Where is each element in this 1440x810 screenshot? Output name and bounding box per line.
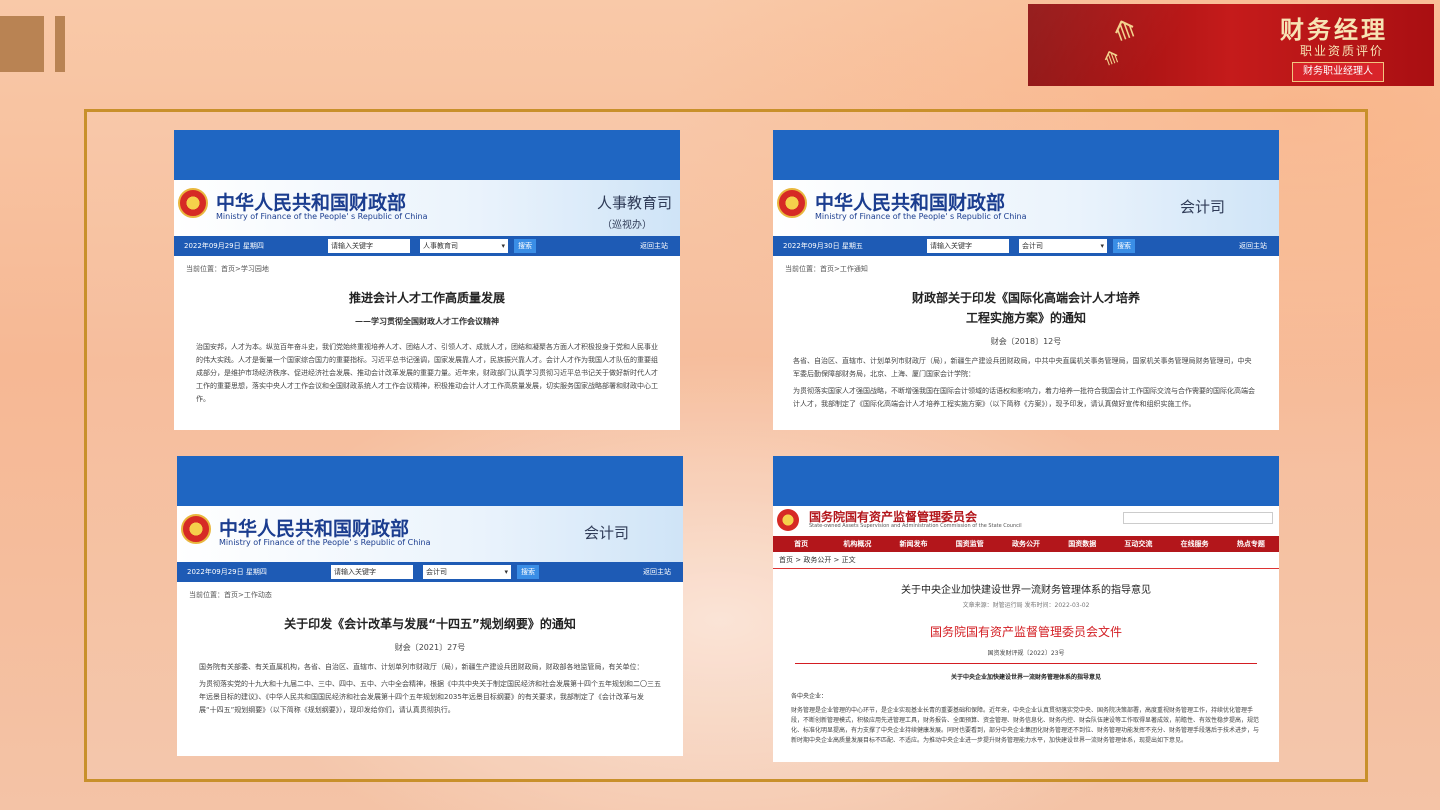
site-name: 中华人民共和国财政部 [815,192,1006,214]
site-name-en: State-owned Assets Supervision and Admin… [809,523,1022,529]
article-body: 财务管理是企业管理的中心环节，是企业实现基业长青的重要基础和保障。近年来，中央企… [791,707,1260,744]
article-body-2: 为贯彻落实国家人才强国战略，不断增强我国在国际会计领域的话语权和影响力，着力培养… [793,387,1255,408]
department-select[interactable]: 会计司 [1019,239,1107,253]
article-title-line-2: 工程实施方案》的通知 [965,311,1086,325]
document-number: 财会〔2018〕12号 [990,337,1062,346]
brand-badge: ⟰ ⟰ 财务经理 职业资质评价 财务职业经理人 [1028,4,1434,86]
top-band [773,456,1279,506]
nav-bar: 2022年09月29日 星期四 请输入关键字 人事教育司 搜索 返回主站 [174,236,680,256]
site-name-en: Ministry of Finance of the People' s Rep… [219,538,431,547]
home-link[interactable]: 返回主站 [643,567,671,577]
date-text: 2022年09月30日 星期五 [783,242,863,250]
site-name: 中华人民共和国财政部 [219,518,410,540]
article-title: 推进会计人才工作高质量发展 [348,291,505,305]
nav-item-disclosure[interactable]: 政务公开 [998,536,1054,552]
badge-subtitle: 职业资质评价 [1299,44,1384,58]
breadcrumb: 当前位置：首页>学习园地 [186,265,269,273]
nav-item-interaction[interactable]: 互动交流 [1110,536,1166,552]
document-number: 国资发财评规〔2022〕23号 [987,650,1065,657]
article-meta: 文章来源：财管运行局 发布时间：2022-03-02 [962,602,1090,609]
document-heading: 关于中央企业加快建设世界一流财务管理体系的指导意见 [950,674,1101,681]
nav-item-supervision[interactable]: 国资监管 [942,536,998,552]
department-name: 人事教育司 [596,194,672,212]
national-emblem-icon [181,514,211,544]
article-body-1: 各省、自治区、直辖市、计划单列市财政厅（局），新疆生产建设兵团财政局，中共中央直… [793,357,1252,378]
article-title-line-1: 财政部关于印发《国际化高端会计人才培养 [911,291,1140,305]
nav-item-services[interactable]: 在线服务 [1167,536,1223,552]
date-text: 2022年09月29日 星期四 [187,568,267,576]
screenshot-card-accounting-1: 中华人民共和国财政部 Ministry of Finance of the Pe… [773,130,1279,430]
top-band [773,130,1279,180]
addressee: 各中央企业： [791,693,828,700]
breadcrumb: 当前位置：首页>工作动态 [189,591,272,599]
breadcrumb: 当前位置：首页>工作通知 [785,265,868,273]
decorative-block [0,16,44,72]
decorative-bar [55,16,65,72]
search-button[interactable]: 搜索 [1113,239,1135,253]
top-band [177,456,683,506]
search-input[interactable]: 请输入关键字 [328,239,410,253]
date-text: 2022年09月29日 星期四 [184,242,264,250]
search-button[interactable]: 搜索 [514,239,536,253]
home-link[interactable]: 返回主站 [1239,241,1267,251]
article-body: 治国安邦，人才为本。纵览百年奋斗史，我们党始终重视培养人才、团结人才、引领人才、… [196,343,658,403]
nav-bar: 2022年09月29日 星期四 请输入关键字 会计司 搜索 返回主站 [177,562,683,582]
nav-bar: 2022年09月30日 星期五 请输入关键字 会计司 搜索 返回主站 [773,236,1279,256]
file-header: 国务院国有资产监督管理委员会文件 [929,625,1122,639]
department-subname: （巡视办） [602,220,652,231]
red-divider [795,663,1257,664]
national-emblem-icon [178,188,208,218]
document-number: 财会〔2021〕27号 [394,643,466,652]
national-emblem-icon [777,188,807,218]
screenshot-card-hr: 中华人民共和国财政部 Ministry of Finance of the Pe… [174,130,680,430]
site-name-en: Ministry of Finance of the People' s Rep… [815,212,1027,221]
article-body-2: 为贯彻落实党的十九大和十九届二中、三中、四中、五中、六中全会精神，根据《中共中央… [199,680,661,714]
site-header: 中华人民共和国财政部 Ministry of Finance of the Pe… [174,180,680,236]
department-select[interactable]: 会计司 [423,565,511,579]
site-header: 中华人民共和国财政部 Ministry of Finance of the Pe… [773,180,1279,236]
search-input[interactable] [1123,512,1273,524]
screenshot-card-accounting-2: 中华人民共和国财政部 Ministry of Finance of the Pe… [177,456,683,756]
site-header: 中华人民共和国财政部 Ministry of Finance of the Pe… [177,506,683,562]
badge-flag-shape [1028,4,1258,86]
site-header: 国务院国有资产监督管理委员会 State-owned Assets Superv… [773,506,1279,536]
article-subtitle: ——学习贯彻全国财政人才工作会议精神 [355,316,499,326]
article-title: 关于中央企业加快建设世界一流财务管理体系的指导意见 [901,585,1151,596]
article-title: 关于印发《会计改革与发展“十四五”规划纲要》的通知 [284,617,576,631]
main-nav: 首页 机构概况 新闻发布 国资监管 政务公开 国资数据 互动交流 在线服务 热点… [773,536,1279,552]
badge-tag: 财务职业经理人 [1292,62,1384,82]
top-band [174,130,680,180]
department-select[interactable]: 人事教育司 [420,239,508,253]
site-name-en: Ministry of Finance of the People' s Rep… [216,212,428,221]
site-name: 中华人民共和国财政部 [216,192,407,214]
breadcrumb: 首页 > 政务公开 > 正文 [773,552,1279,569]
screenshot-card-sasac: 国务院国有资产监督管理委员会 State-owned Assets Superv… [773,456,1279,762]
department-name: 会计司 [1179,198,1225,216]
nav-item-home[interactable]: 首页 [773,536,829,552]
search-input[interactable]: 请输入关键字 [331,565,413,579]
nav-item-news[interactable]: 新闻发布 [885,536,941,552]
home-link[interactable]: 返回主站 [640,241,668,251]
nav-item-topics[interactable]: 热点专题 [1223,536,1279,552]
nav-item-about[interactable]: 机构概况 [829,536,885,552]
department-name: 会计司 [583,524,629,542]
badge-title: 财务经理 [1280,15,1388,44]
search-input[interactable]: 请输入关键字 [927,239,1009,253]
search-button[interactable]: 搜索 [517,565,539,579]
national-emblem-icon [777,509,799,531]
article-body-1: 国务院有关部委、有关直属机构，各省、自治区、直辖市、计划单列市财政厅（局），新疆… [199,663,644,671]
nav-item-data[interactable]: 国资数据 [1054,536,1110,552]
